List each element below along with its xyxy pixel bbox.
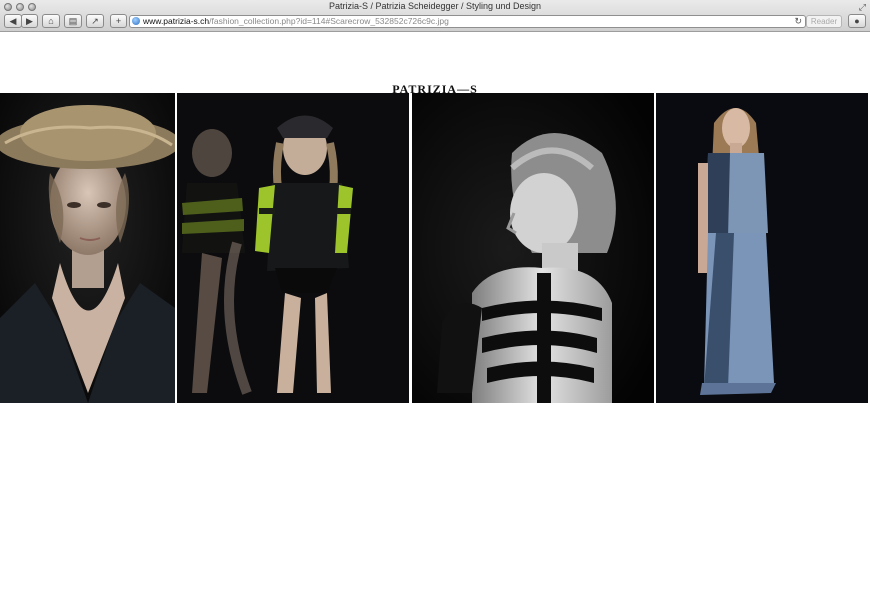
title-bar: Patrizia-S / Patrizia Scheidegger / Styl… [0,0,870,13]
forward-arrow-icon: ▶ [26,15,33,26]
globe-icon [132,17,140,25]
model-green-stripes-motion-photo[interactable] [177,93,409,403]
share-button[interactable]: ↗ [86,14,104,28]
toolbar: ◀ ▶ ⌂ ▤ ↗ + www.patrizia-s.ch/fashion_co… [0,13,870,30]
share-icon: ↗ [91,15,99,26]
reader-button[interactable]: Reader [806,15,842,28]
model-denim-outfit-photo[interactable] [656,93,868,403]
downloads-icon: ● [854,16,860,26]
add-bookmark-button[interactable]: + [110,14,127,28]
back-arrow-icon: ◀ [9,15,17,26]
browser-chrome: Patrizia-S / Patrizia Scheidegger / Styl… [0,0,870,32]
model-straw-hat-photo[interactable] [0,93,175,403]
url-path: /fashion_collection.php?id=114#Scarecrow… [209,16,449,26]
plus-icon: + [115,16,122,26]
reload-icon[interactable]: ↻ [794,16,802,27]
address-bar[interactable]: www.patrizia-s.ch/fashion_collection.php… [129,15,806,28]
home-icon: ⌂ [48,16,54,26]
back-button[interactable]: ◀ [4,14,22,28]
forward-button[interactable]: ▶ [21,14,38,28]
url-host: www.patrizia-s.ch [143,16,210,26]
print-button[interactable]: ▤ [64,14,82,28]
printer-icon: ▤ [68,15,78,26]
downloads-button[interactable]: ● [848,14,866,28]
photo-gallery [0,93,870,403]
model-harness-back-photo[interactable] [412,93,654,403]
fullscreen-icon[interactable]: ⤢ [859,2,866,13]
window-title: Patrizia-S / Patrizia Scheidegger / Styl… [328,1,542,11]
home-button[interactable]: ⌂ [42,14,60,28]
